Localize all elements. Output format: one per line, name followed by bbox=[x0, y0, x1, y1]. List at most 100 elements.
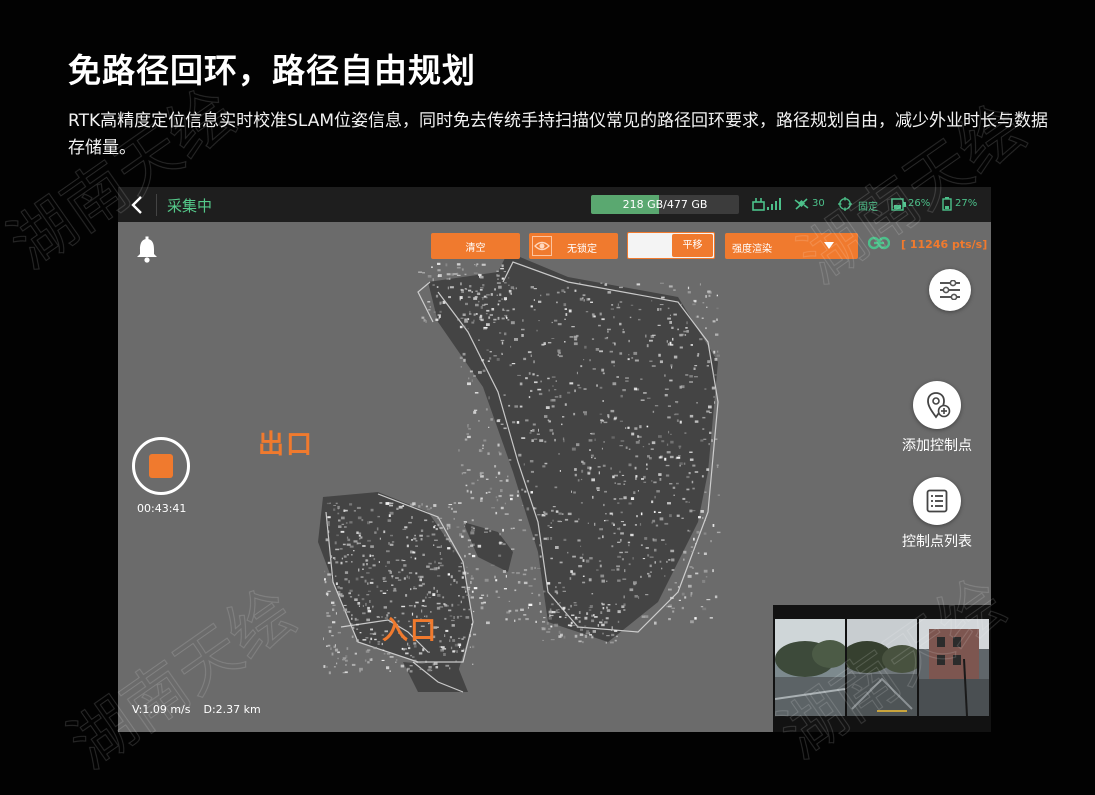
point-cloud-dot bbox=[601, 447, 603, 450]
stop-recording-button[interactable] bbox=[132, 437, 190, 495]
point-cloud-dot bbox=[581, 469, 584, 473]
point-cloud-dot bbox=[512, 308, 515, 311]
point-cloud-dot bbox=[647, 554, 650, 557]
point-cloud-dot bbox=[389, 670, 391, 672]
point-cloud-dot bbox=[585, 559, 590, 563]
point-cloud-dot bbox=[465, 616, 470, 619]
point-cloud-dot bbox=[559, 616, 562, 618]
point-cloud-dot bbox=[549, 614, 554, 617]
storage-usage-text: 218 GB/477 GB bbox=[622, 198, 708, 211]
point-cloud-dot bbox=[345, 655, 348, 658]
point-cloud-dot bbox=[471, 575, 473, 577]
point-cloud-dot bbox=[582, 581, 586, 584]
point-cloud-dot bbox=[539, 602, 541, 605]
control-point-list-button[interactable] bbox=[913, 477, 961, 525]
point-cloud-dot bbox=[645, 547, 649, 549]
point-cloud-dot bbox=[622, 328, 624, 331]
point-cloud-dot bbox=[598, 560, 602, 562]
point-cloud-dot bbox=[437, 314, 441, 316]
point-cloud-dot bbox=[696, 354, 699, 357]
point-cloud-dot bbox=[707, 360, 711, 364]
point-cloud-dot bbox=[668, 618, 671, 621]
point-cloud-dot bbox=[578, 387, 582, 389]
point-cloud-dot bbox=[563, 303, 567, 307]
bell-icon[interactable] bbox=[133, 236, 161, 264]
point-cloud-dot bbox=[432, 593, 436, 596]
point-cloud-dot bbox=[359, 670, 361, 673]
point-cloud-dot bbox=[467, 424, 469, 426]
point-cloud-dot bbox=[487, 452, 490, 455]
point-cloud-dot bbox=[638, 308, 642, 311]
chevron-left-icon[interactable] bbox=[130, 195, 144, 215]
point-cloud-dot bbox=[687, 529, 689, 532]
view-mode-pan[interactable]: 平移 bbox=[672, 234, 713, 257]
point-cloud-dot bbox=[573, 412, 576, 416]
settings-button[interactable] bbox=[929, 269, 971, 311]
point-cloud-dot bbox=[526, 507, 530, 511]
point-cloud-dot bbox=[384, 576, 387, 580]
point-cloud-dot bbox=[446, 273, 451, 276]
point-cloud-dot bbox=[692, 464, 696, 467]
point-cloud-dot bbox=[355, 577, 359, 581]
point-cloud-dot bbox=[327, 626, 332, 629]
point-cloud-dot bbox=[495, 579, 498, 582]
point-cloud-dot bbox=[413, 537, 417, 540]
point-cloud-dot bbox=[445, 538, 450, 541]
point-cloud-dot bbox=[450, 646, 453, 650]
point-cloud-dot bbox=[521, 437, 526, 439]
point-cloud-dot bbox=[440, 648, 444, 652]
point-cloud-dot bbox=[695, 572, 699, 575]
point-cloud-dot bbox=[387, 519, 392, 522]
point-cloud-dot bbox=[439, 640, 442, 643]
point-cloud-dot bbox=[617, 483, 621, 485]
point-cloud-dot bbox=[475, 303, 479, 307]
point-cloud-dot bbox=[543, 590, 546, 593]
point-cloud-dot bbox=[551, 376, 556, 378]
point-cloud-dot bbox=[600, 419, 605, 422]
point-cloud-view[interactable]: 清空 无锁定 平移 强度渲染 [ 11246 pts/s] 添加控制点 控制点列… bbox=[118, 222, 991, 732]
point-cloud-dot bbox=[349, 503, 353, 506]
point-cloud-dot bbox=[345, 522, 348, 524]
point-cloud-dot bbox=[614, 474, 618, 477]
point-cloud-dot bbox=[666, 605, 668, 608]
view-lock-button[interactable]: 无锁定 bbox=[529, 233, 618, 259]
point-cloud-dot bbox=[389, 600, 393, 603]
point-cloud-dot bbox=[688, 472, 691, 475]
point-cloud-dot bbox=[690, 546, 694, 548]
point-cloud-dot bbox=[467, 296, 471, 298]
point-cloud-dot bbox=[421, 503, 423, 506]
point-cloud-dot bbox=[559, 602, 561, 604]
point-cloud-dot bbox=[591, 478, 595, 482]
point-cloud-dot bbox=[353, 510, 356, 512]
point-cloud-dot bbox=[547, 582, 551, 585]
point-cloud-dot bbox=[507, 319, 510, 321]
point-cloud-dot bbox=[460, 464, 464, 467]
point-cloud-dot bbox=[625, 427, 627, 429]
view-mode-toggle[interactable]: 平移 bbox=[627, 232, 715, 259]
clear-button[interactable]: 清空 bbox=[431, 233, 520, 259]
point-cloud-dot bbox=[671, 366, 673, 369]
point-cloud-dot bbox=[563, 635, 566, 639]
point-cloud-dot bbox=[635, 475, 638, 478]
point-cloud-dot bbox=[333, 666, 336, 668]
point-cloud-dot bbox=[508, 459, 512, 461]
point-cloud-dot bbox=[462, 636, 466, 639]
point-cloud-dot bbox=[356, 639, 359, 642]
render-mode-select[interactable]: 强度渲染 bbox=[725, 233, 858, 259]
point-cloud-dot bbox=[651, 480, 653, 482]
point-cloud-dot bbox=[659, 517, 664, 521]
point-cloud-dot bbox=[471, 590, 474, 593]
point-cloud-dot bbox=[466, 566, 468, 568]
point-cloud-dot bbox=[449, 526, 451, 529]
point-cloud-dot bbox=[500, 423, 504, 425]
point-cloud-dot bbox=[592, 630, 596, 633]
point-cloud-dot bbox=[521, 328, 525, 331]
add-control-point-button[interactable] bbox=[913, 381, 961, 429]
camera-preview[interactable] bbox=[773, 605, 991, 732]
point-cloud-dot bbox=[331, 652, 334, 656]
point-cloud-dot bbox=[468, 634, 471, 638]
point-cloud-dot bbox=[336, 534, 339, 537]
point-cloud-dot bbox=[411, 539, 413, 541]
point-cloud-dot bbox=[461, 291, 464, 293]
point-cloud-dot bbox=[435, 318, 439, 321]
